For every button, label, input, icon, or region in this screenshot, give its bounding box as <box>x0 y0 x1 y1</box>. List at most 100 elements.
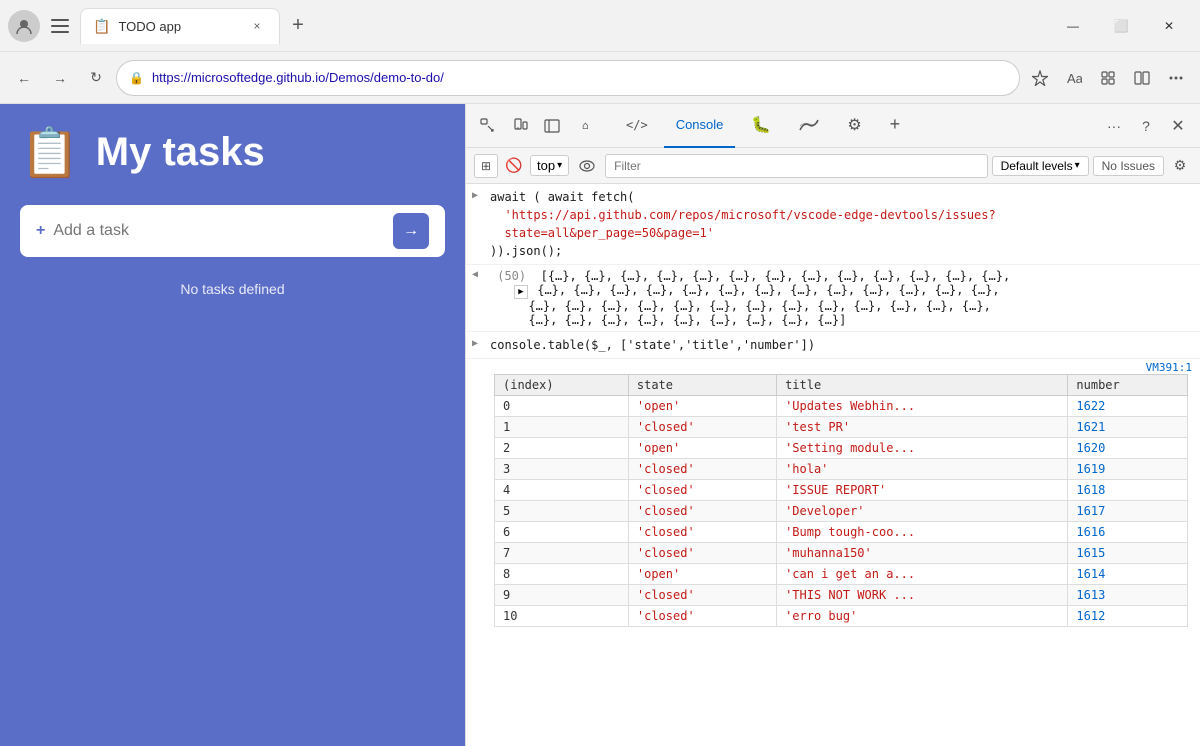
devtools-close-button[interactable]: ✕ <box>1164 112 1192 140</box>
back-button[interactable]: ← <box>8 62 40 94</box>
tab-todo-app[interactable]: 📋 TODO app × <box>80 8 280 44</box>
cell-title: 'Updates Webhin... <box>777 396 1068 417</box>
cell-state: 'open' <box>628 396 776 417</box>
console-expand-button[interactable]: ⊞ <box>474 154 498 178</box>
sidebar-toggle-button[interactable] <box>44 10 76 42</box>
close-button[interactable]: ✕ <box>1146 10 1192 42</box>
tab-title: TODO app <box>118 19 239 34</box>
devtools-tab-network[interactable] <box>787 104 831 148</box>
devtools-tab-elements[interactable]: ⌂ <box>570 104 610 148</box>
lock-icon: 🔒 <box>129 71 144 85</box>
favorites-button[interactable] <box>1024 62 1056 94</box>
maximize-button[interactable]: ⬜ <box>1098 10 1144 42</box>
cell-number: 1616 <box>1068 522 1188 543</box>
default-levels-button[interactable]: Default levels ▾ <box>992 156 1089 176</box>
toolbar-icons: Aa <box>1024 62 1192 94</box>
devtools-device-button[interactable] <box>506 112 534 140</box>
console-settings-button[interactable]: ⚙ <box>1168 154 1192 178</box>
forward-button[interactable]: → <box>44 62 76 94</box>
tab-close-button[interactable]: × <box>247 16 267 36</box>
read-aloud-button[interactable]: Aa <box>1058 62 1090 94</box>
default-levels-arrow: ▾ <box>1075 160 1080 171</box>
cell-number: 1617 <box>1068 501 1188 522</box>
url-text: https://microsoftedge.github.io/Demos/de… <box>152 70 1007 85</box>
result-count: (50) <box>490 269 533 283</box>
cell-number: 1614 <box>1068 564 1188 585</box>
split-screen-button[interactable] <box>1126 62 1158 94</box>
console-table-container: VM391:1 (index) state title number <box>466 359 1200 635</box>
result-left-arrow: ◀ <box>472 269 478 280</box>
command-arrow[interactable]: ▶ <box>472 188 478 203</box>
table-row: 8 'open' 'can i get an a... 1614 <box>495 564 1188 585</box>
cell-index: 5 <box>495 501 629 522</box>
add-task-button[interactable]: → <box>393 213 429 249</box>
more-tools-button[interactable] <box>1160 62 1192 94</box>
title-bar: 📋 TODO app × + — ⬜ ✕ <box>0 0 1200 52</box>
profile-button[interactable] <box>8 10 40 42</box>
command2-text: console.table($_, ['state','title','numb… <box>490 338 815 352</box>
devtools-tab-sources[interactable]: </> <box>614 104 660 148</box>
cell-title: 'can i get an a... <box>777 564 1068 585</box>
result-objects-line1: [{…}, {…}, {…}, {…}, {…}, {…}, {…}, {…},… <box>541 269 1011 283</box>
table-row: 3 'closed' 'hola' 1619 <box>495 459 1188 480</box>
devtools-toolbar: ⌂ </> Console 🐛 ⚙ + ··· ? ✕ <box>466 104 1200 148</box>
cell-index: 7 <box>495 543 629 564</box>
new-tab-button[interactable]: + <box>282 10 314 42</box>
cell-index: 4 <box>495 480 629 501</box>
devtools-sidebar-button[interactable] <box>538 112 566 140</box>
console-output[interactable]: ▶ await ( await fetch( 'https://api.gith… <box>466 184 1200 746</box>
devtools-tab-bugs[interactable]: 🐛 <box>739 104 783 148</box>
devtools-tab-console[interactable]: Console <box>664 104 736 148</box>
top-context-selector[interactable]: top ▾ <box>530 155 569 176</box>
cell-index: 10 <box>495 606 629 627</box>
cell-state: 'closed' <box>628 501 776 522</box>
main-content: 📋 My tasks + → No tasks defined <box>0 104 1200 746</box>
refresh-button[interactable]: ↻ <box>80 62 112 94</box>
no-issues-button[interactable]: No Issues <box>1093 156 1164 176</box>
no-tasks-label: No tasks defined <box>20 281 445 297</box>
app-header: 📋 My tasks <box>20 124 445 181</box>
console-filter-input[interactable] <box>605 154 987 178</box>
cell-title: 'hola' <box>777 459 1068 480</box>
eye-button[interactable] <box>573 152 601 180</box>
devtools-tab-add[interactable]: + <box>878 104 913 148</box>
command2-arrow[interactable]: ▶ <box>472 336 478 351</box>
table-row: 6 'closed' 'Bump tough-coo... 1616 <box>495 522 1188 543</box>
cell-number: 1621 <box>1068 417 1188 438</box>
console-clear-button[interactable]: 🚫 <box>502 154 526 178</box>
col-header-state: state <box>628 375 776 396</box>
top-context-arrow: ▾ <box>557 160 562 171</box>
add-task-input[interactable] <box>53 222 385 240</box>
cell-state: 'open' <box>628 564 776 585</box>
cell-number: 1618 <box>1068 480 1188 501</box>
result-expand-button[interactable]: ▶ <box>514 285 528 299</box>
top-context-label: top <box>537 158 555 173</box>
default-levels-label: Default levels <box>1001 159 1073 173</box>
devtools-tab-settings[interactable]: ⚙ <box>835 104 873 148</box>
devtools-panel: ⌂ </> Console 🐛 ⚙ + ··· ? ✕ ⊞ <box>465 104 1200 746</box>
devtools-inspect-button[interactable] <box>474 112 502 140</box>
cell-index: 6 <box>495 522 629 543</box>
cell-title: 'erro bug' <box>777 606 1068 627</box>
console-table: (index) state title number 0 'open' 'Upd… <box>494 374 1188 627</box>
table-row: 7 'closed' 'muhanna150' 1615 <box>495 543 1188 564</box>
cell-title: 'THIS NOT WORK ... <box>777 585 1068 606</box>
table-row: 5 'closed' 'Developer' 1617 <box>495 501 1188 522</box>
cell-index: 0 <box>495 396 629 417</box>
vm-link[interactable]: VM391:1 <box>1146 361 1192 374</box>
address-bar: ← → ↻ 🔒 https://microsoftedge.github.io/… <box>0 52 1200 104</box>
collections-button[interactable] <box>1092 62 1124 94</box>
devtools-more-button[interactable]: ··· <box>1100 112 1128 140</box>
command-text: await ( await fetch( 'https://api.github… <box>490 190 996 258</box>
devtools-help-button[interactable]: ? <box>1132 112 1160 140</box>
cell-state: 'open' <box>628 438 776 459</box>
result-objects-line2: {…}, {…}, {…}, {…}, {…}, {…}, {…}, {…}, … <box>537 283 999 297</box>
address-field[interactable]: 🔒 https://microsoftedge.github.io/Demos/… <box>116 60 1020 96</box>
table-row: 2 'open' 'Setting module... 1620 <box>495 438 1188 459</box>
cell-state: 'closed' <box>628 585 776 606</box>
table-body: 0 'open' 'Updates Webhin... 1622 1 'clos… <box>495 396 1188 627</box>
console-toolbar: ⊞ 🚫 top ▾ Default levels ▾ No Issues ⚙ <box>466 148 1200 184</box>
cell-index: 1 <box>495 417 629 438</box>
cell-title: 'ISSUE REPORT' <box>777 480 1068 501</box>
minimize-button[interactable]: — <box>1050 10 1096 42</box>
